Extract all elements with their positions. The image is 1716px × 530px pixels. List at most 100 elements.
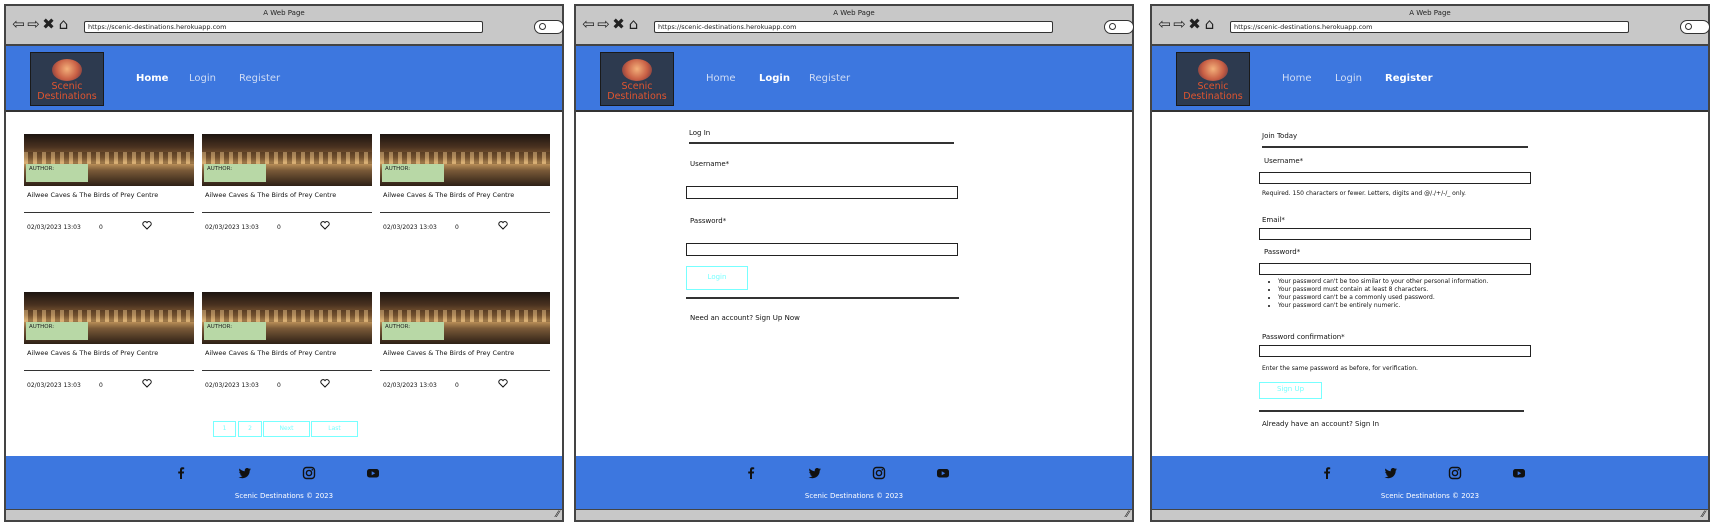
username-input[interactable] (686, 186, 958, 199)
nav-home[interactable]: Home (136, 73, 168, 84)
site-logo[interactable]: Scenic Destinations (600, 52, 674, 106)
password-rule: Your password can't be too similar to yo… (1278, 278, 1488, 286)
post-card[interactable]: AUTHOR: Ailwee Caves & The Birds of Prey… (202, 292, 372, 389)
twitter-icon[interactable] (1384, 466, 1398, 480)
post-title[interactable]: Ailwee Caves & The Birds of Prey Centre (205, 349, 336, 357)
forward-arrow-icon[interactable]: ⇨ (597, 17, 612, 32)
site-header: Scenic Destinations Home Login Register (576, 46, 1132, 112)
post-date: 02/03/2023 13:03 (205, 382, 259, 389)
close-x-icon[interactable]: ✖ (612, 17, 627, 32)
home-icon[interactable]: ⌂ (627, 17, 642, 32)
home-icon[interactable]: ⌂ (1203, 17, 1218, 32)
last-page-button[interactable]: Last (311, 421, 358, 437)
close-x-icon[interactable]: ✖ (1188, 17, 1203, 32)
next-page-button[interactable]: Next (263, 421, 310, 437)
window-title: A Web Page (1409, 9, 1451, 17)
resize-grip-icon[interactable]: ⁄⁄ (1702, 511, 1705, 520)
post-title[interactable]: Ailwee Caves & The Birds of Prey Centre (383, 349, 514, 357)
nav-login[interactable]: Login (1335, 73, 1362, 84)
forward-arrow-icon[interactable]: ⇨ (27, 17, 42, 32)
search-button[interactable] (534, 20, 564, 34)
author-badge: AUTHOR: (382, 322, 444, 340)
post-card[interactable]: AUTHOR: Ailwee Caves & The Birds of Prey… (24, 134, 194, 231)
site-logo[interactable]: Scenic Destinations (1176, 52, 1250, 106)
password-label: Password* (1264, 248, 1301, 256)
post-title[interactable]: Ailwee Caves & The Birds of Prey Centre (27, 349, 158, 357)
sign-in-link[interactable]: Already have an account? Sign In (1262, 420, 1379, 428)
status-bar: ⁄⁄ (6, 509, 562, 520)
search-button[interactable] (1104, 20, 1134, 34)
window-title: A Web Page (833, 9, 875, 17)
password-confirmation-input[interactable] (1259, 345, 1531, 357)
heart-icon[interactable] (498, 220, 508, 230)
nav-home[interactable]: Home (1282, 73, 1312, 84)
heart-icon[interactable] (320, 220, 330, 230)
forward-arrow-icon[interactable]: ⇨ (1173, 17, 1188, 32)
page-1-button[interactable]: 1 (213, 421, 236, 437)
back-arrow-icon[interactable]: ⇦ (582, 17, 597, 32)
nav-home[interactable]: Home (706, 73, 736, 84)
address-bar[interactable]: https://scenic-destinations.herokuapp.co… (1230, 21, 1629, 33)
login-button[interactable]: Login (686, 266, 748, 290)
post-date: 02/03/2023 13:03 (383, 224, 437, 231)
youtube-icon[interactable] (366, 466, 380, 480)
facebook-icon[interactable] (744, 466, 758, 480)
heart-icon[interactable] (498, 378, 508, 388)
address-bar[interactable]: https://scenic-destinations.herokuapp.co… (654, 21, 1053, 33)
home-icon[interactable]: ⌂ (57, 17, 72, 32)
facebook-icon[interactable] (174, 466, 188, 480)
back-arrow-icon[interactable]: ⇦ (1158, 17, 1173, 32)
browser-toolbar: A Web Page ⇦⇨✖ ⌂ https://scenic-destinati… (6, 6, 564, 46)
heart-icon[interactable] (142, 378, 152, 388)
username-input[interactable] (1259, 172, 1531, 184)
confirm-help-text: Enter the same password as before, for v… (1262, 365, 1418, 372)
nav-register[interactable]: Register (1385, 73, 1433, 84)
twitter-icon[interactable] (238, 466, 252, 480)
email-input[interactable] (1259, 228, 1531, 240)
resize-grip-icon[interactable]: ⁄⁄ (1126, 511, 1129, 520)
login-heading: Log In (689, 129, 711, 137)
page-2-button[interactable]: 2 (238, 421, 262, 437)
twitter-icon[interactable] (808, 466, 822, 480)
browser-window-home: A Web Page ⇦⇨✖ ⌂ https://scenic-destinati… (4, 4, 564, 522)
logo-brand-text: Scenic Destinations (37, 81, 97, 102)
password-input[interactable] (686, 243, 958, 256)
password-input[interactable] (1259, 263, 1531, 275)
sunset-logo-image (622, 59, 652, 81)
post-title[interactable]: Ailwee Caves & The Birds of Prey Centre (27, 191, 158, 199)
site-logo[interactable]: Scenic Destinations (30, 52, 104, 106)
instagram-icon[interactable] (1448, 466, 1462, 480)
nav-login[interactable]: Login (759, 73, 790, 84)
post-card[interactable]: AUTHOR: Ailwee Caves & The Birds of Prey… (380, 134, 550, 231)
instagram-icon[interactable] (872, 466, 886, 480)
youtube-icon[interactable] (1512, 466, 1526, 480)
register-heading: Join Today (1262, 132, 1298, 140)
post-card[interactable]: AUTHOR: Ailwee Caves & The Birds of Prey… (380, 292, 550, 389)
sign-up-button[interactable]: Sign Up (1259, 382, 1322, 399)
like-count: 0 (455, 382, 459, 389)
heart-icon[interactable] (320, 378, 330, 388)
heart-icon[interactable] (142, 220, 152, 230)
close-x-icon[interactable]: ✖ (42, 17, 57, 32)
nav-register[interactable]: Register (239, 73, 280, 84)
browser-toolbar: A Web Page ⇦⇨✖ ⌂ https://scenic-destinati… (1152, 6, 1710, 46)
signup-link[interactable]: Need an account? Sign Up Now (690, 314, 800, 322)
logo-brand-text: Scenic Destinations (1183, 81, 1243, 102)
facebook-icon[interactable] (1320, 466, 1334, 480)
nav-login[interactable]: Login (189, 73, 216, 84)
address-bar[interactable]: https://scenic-destinations.herokuapp.co… (84, 21, 483, 33)
post-card[interactable]: AUTHOR: Ailwee Caves & The Birds of Prey… (202, 134, 372, 231)
instagram-icon[interactable] (302, 466, 316, 480)
post-title[interactable]: Ailwee Caves & The Birds of Prey Centre (205, 191, 336, 199)
divider (202, 212, 372, 213)
browser-toolbar: A Web Page ⇦⇨✖ ⌂ https://scenic-destinati… (576, 6, 1134, 46)
nav-register[interactable]: Register (809, 73, 850, 84)
divider (380, 370, 550, 371)
back-arrow-icon[interactable]: ⇦ (12, 17, 27, 32)
resize-grip-icon[interactable]: ⁄⁄ (556, 511, 559, 520)
search-button[interactable] (1680, 20, 1710, 34)
post-card[interactable]: AUTHOR: Ailwee Caves & The Birds of Prey… (24, 292, 194, 389)
youtube-icon[interactable] (936, 466, 950, 480)
post-title[interactable]: Ailwee Caves & The Birds of Prey Centre (383, 191, 514, 199)
like-count: 0 (277, 382, 281, 389)
